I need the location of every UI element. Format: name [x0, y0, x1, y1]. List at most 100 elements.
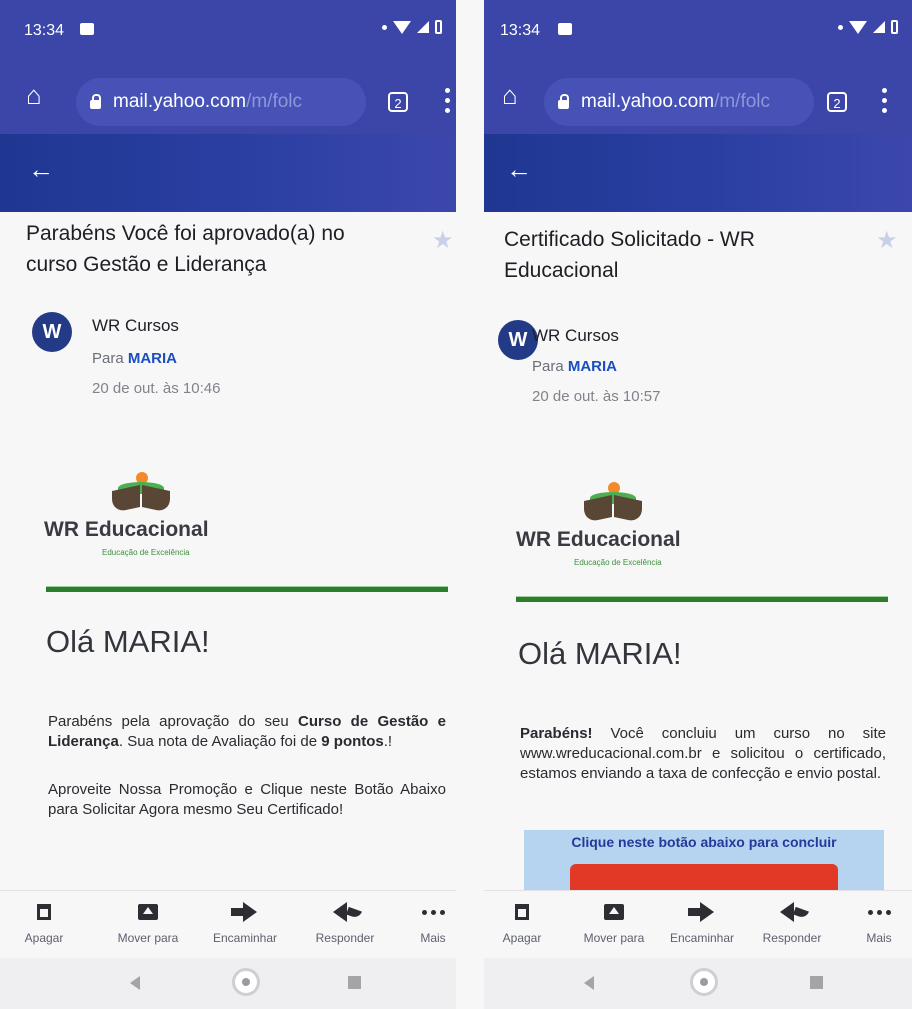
move-label: Mover para [117, 931, 179, 945]
home-icon[interactable]: ⌂ [26, 82, 42, 108]
notification-dot-icon [382, 24, 387, 30]
approval-paragraph: Parabéns pela aprovação do seu Curso de … [48, 712, 446, 752]
reply-arrow-icon [780, 902, 794, 922]
system-nav-bar [484, 958, 912, 1009]
browser-toolbar: ⌂ mail.yahoo.com/m/folc 2 [0, 68, 456, 134]
star-icon[interactable]: ★ [432, 226, 454, 255]
reply-arrow-icon [333, 902, 347, 922]
tab-switcher-button[interactable]: 2 [388, 92, 408, 112]
nav-recents-icon[interactable] [810, 976, 823, 989]
wifi-icon [849, 20, 867, 34]
forward-button[interactable]: Encaminhar [200, 899, 290, 945]
address-bar[interactable]: mail.yahoo.com/m/folc [544, 78, 814, 126]
logo-book-icon [584, 492, 642, 523]
sender-name[interactable]: WR Cursos [532, 326, 619, 346]
browser-menu-icon[interactable] [882, 88, 888, 114]
more-label: Mais [420, 931, 446, 945]
back-arrow-icon[interactable]: ← [506, 156, 532, 182]
move-folder-icon [604, 904, 624, 920]
greeting: Olá MARIA! [46, 624, 210, 659]
nav-recents-icon[interactable] [348, 976, 361, 989]
status-bar: 13:34 [0, 0, 456, 68]
email-action-bar: Apagar Mover para Encaminhar Responder M… [0, 890, 456, 959]
recipient-line: Para MARIA [532, 358, 617, 375]
url-path: /m/folc [714, 91, 771, 112]
browser-menu-icon[interactable] [445, 88, 451, 114]
more-button[interactable]: Mais [856, 899, 902, 945]
battery-icon [891, 20, 898, 34]
logo-book-icon [112, 482, 170, 513]
lock-icon [90, 93, 101, 109]
score: 9 pontos [321, 733, 384, 750]
nav-back-icon[interactable] [130, 976, 140, 990]
forward-button[interactable]: Encaminhar [660, 899, 744, 945]
mail-app-bar: ← [484, 134, 912, 212]
sender-avatar: W [32, 312, 72, 352]
p1-text-e: .! [383, 733, 393, 750]
cta-banner: Clique neste botão abaixo para concluir [524, 830, 884, 894]
brand-tagline: Educação de Excelência [102, 548, 190, 557]
image-notification-icon [558, 23, 572, 35]
trash-icon [37, 904, 51, 920]
move-label: Mover para [583, 931, 645, 945]
mail-app-bar: ← [0, 134, 456, 212]
nav-home-icon[interactable] [232, 968, 260, 996]
email-action-bar: Apagar Mover para Encaminhar Responder M… [484, 890, 912, 959]
delete-label: Apagar [24, 931, 64, 945]
delete-label: Apagar [502, 931, 542, 945]
screenshot-pair: 13:34 ⌂ mail.yahoo.com/m/folc 2 ← Parabé… [0, 0, 912, 1009]
url-domain: mail.yahoo.com [581, 91, 715, 112]
forward-arrow-icon [688, 902, 714, 922]
address-bar[interactable]: mail.yahoo.com/m/folc [76, 78, 366, 126]
email-date: 20 de out. às 10:57 [532, 388, 661, 405]
url-domain: mail.yahoo.com [113, 91, 247, 112]
home-icon[interactable]: ⌂ [502, 82, 518, 108]
email-subject: Certificado Solicitado - WR Educacional [504, 228, 755, 282]
p1-text-a: Parabéns pela aprovação do seu [48, 713, 299, 730]
url-path: /m/folc [246, 91, 303, 112]
brand-name: WR Educacional [44, 518, 209, 541]
nav-home-icon[interactable] [690, 968, 718, 996]
move-button[interactable]: Mover para [574, 899, 654, 945]
battery-icon [435, 20, 442, 34]
screenshot-gap [456, 0, 484, 1009]
divider [46, 586, 448, 592]
brand-tagline: Educação de Excelência [574, 558, 662, 567]
delete-button[interactable]: Apagar [14, 899, 74, 945]
p1-text-c: . Sua nota de Avaliação foi de [118, 733, 322, 750]
divider [516, 596, 888, 602]
reply-button[interactable]: Responder [300, 899, 390, 945]
wifi-icon [393, 20, 411, 34]
recipient-line: Para MARIA [92, 350, 177, 367]
signal-icon [873, 21, 885, 33]
back-arrow-icon[interactable]: ← [28, 156, 54, 182]
signal-icon [417, 21, 429, 33]
promo-paragraph: Aproveite Nossa Promoção e Clique neste … [48, 781, 446, 818]
trash-icon [515, 904, 529, 920]
status-time: 13:34 [24, 22, 65, 39]
more-button[interactable]: Mais [410, 899, 456, 945]
greeting: Olá MARIA! [518, 636, 682, 671]
certificate-paragraph: Parabéns! Você concluiu um curso no site… [520, 724, 886, 784]
status-icons [838, 20, 898, 34]
star-icon[interactable]: ★ [876, 226, 898, 255]
email-date: 20 de out. às 10:46 [92, 380, 221, 397]
status-bar: 13:34 [484, 0, 912, 68]
nav-back-icon[interactable] [584, 976, 594, 990]
image-notification-icon [80, 23, 94, 35]
browser-toolbar: ⌂ mail.yahoo.com/m/folc 2 [484, 68, 912, 134]
p1-bold-lead: Parabéns! [520, 725, 593, 742]
tab-switcher-button[interactable]: 2 [827, 92, 847, 112]
reply-button[interactable]: Responder [750, 899, 834, 945]
more-dots-icon [421, 909, 445, 915]
recipient-name[interactable]: MARIA [568, 358, 617, 375]
phone-right: 13:34 ⌂ mail.yahoo.com/m/folc 2 ← Certif… [484, 0, 912, 1009]
cta-label: Clique neste botão abaixo para concluir [571, 834, 837, 850]
move-button[interactable]: Mover para [108, 899, 188, 945]
recipient-name[interactable]: MARIA [128, 350, 177, 367]
sender-name[interactable]: WR Cursos [92, 316, 179, 336]
recipient-prefix: Para [532, 358, 564, 375]
status-icons [382, 20, 442, 34]
reply-label: Responder [762, 931, 822, 945]
delete-button[interactable]: Apagar [494, 899, 550, 945]
